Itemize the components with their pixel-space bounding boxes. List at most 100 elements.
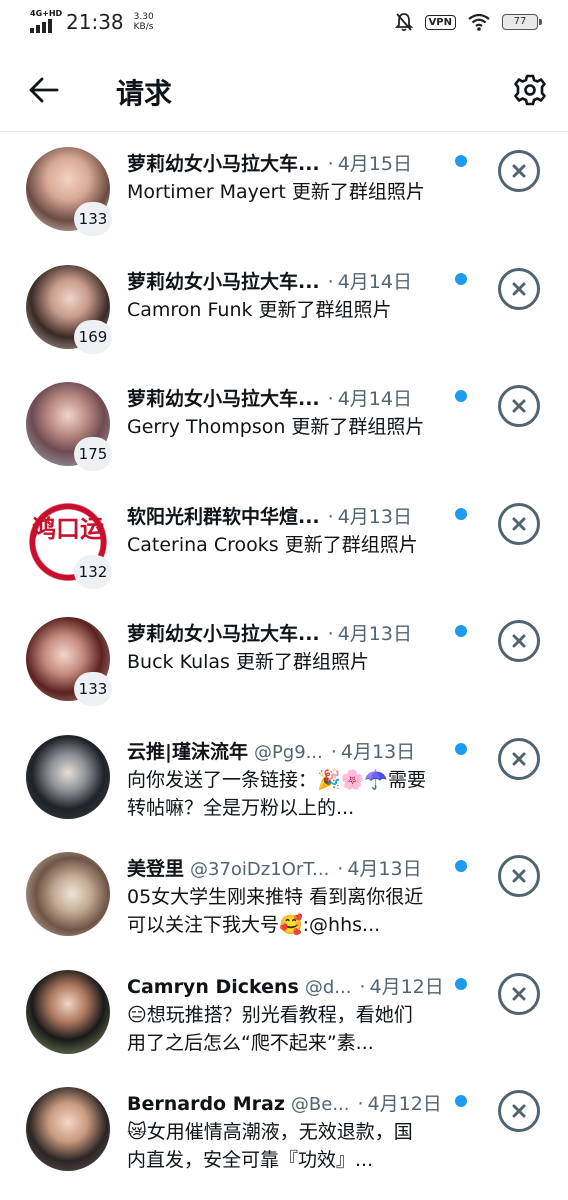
request-list: 133 萝莉幼女小马拉大车... 4月15日 Mortimer Mayert 更…: [0, 133, 568, 1191]
speed-value: 3.30: [133, 12, 154, 22]
mute-icon: [394, 13, 413, 32]
sender-handle: @Pg9...: [253, 741, 323, 763]
close-icon: [512, 282, 526, 295]
member-count-badge: 133: [74, 202, 112, 236]
header: 请求: [0, 48, 568, 132]
status-right: VPN 77: [394, 12, 542, 32]
request-item[interactable]: Camryn Dickens @d... 4月12日 😑想玩推搭？别光看教程，看…: [0, 956, 568, 1074]
request-date: 4月13日: [337, 854, 421, 881]
request-item[interactable]: 175 萝莉幼女小马拉大车... 4月14日 Gerry Thompson 更新…: [0, 368, 568, 486]
member-count-badge: 169: [74, 319, 112, 354]
message-preview: 😑想玩推搭？别光看教程，看她们用了之后怎么“爬不起来”素...: [127, 1003, 413, 1054]
message-preview: Buck Kulas 更新了群组照片: [127, 651, 369, 673]
avatar[interactable]: [26, 734, 110, 819]
close-icon: [512, 1104, 526, 1118]
request-date: 4月13日: [328, 619, 412, 646]
request-item[interactable]: 美登里 @37oiDz1OrT... 4月13日 05女大学生刚来推特 看到离你…: [0, 838, 568, 956]
sender-name: 萝莉幼女小马拉大车...: [127, 623, 320, 645]
sender-name: Camryn Dickens: [127, 975, 299, 998]
message-preview: Gerry Thompson 更新了群组照片: [127, 416, 425, 438]
wifi-icon: [468, 13, 490, 31]
close-icon: [512, 869, 526, 883]
request-date: 4月14日: [328, 384, 412, 411]
member-count-badge: 132: [74, 554, 112, 589]
request-date: 4月12日: [359, 972, 444, 999]
unread-indicator: [455, 1095, 467, 1107]
request-item[interactable]: 169 萝莉幼女小马拉大车... 4月14日 Camron Funk 更新了群组…: [0, 251, 568, 369]
message-preview: 向你发送了一条链接：🎉🌸☂️需要转帖嘛？全是万粉以上的...: [127, 768, 426, 819]
dismiss-button[interactable]: [498, 267, 540, 310]
unread-indicator: [455, 742, 467, 755]
message-preview: Camron Funk 更新了群组照片: [127, 298, 392, 321]
sender-name: 萝莉幼女小马拉大车...: [127, 388, 320, 410]
avatar[interactable]: [26, 1087, 110, 1171]
request-item[interactable]: Bernardo Mraz @Be... 4月12日 😿女用催情高潮液，无效退款…: [0, 1073, 568, 1191]
request-date: 4月13日: [331, 737, 415, 764]
close-icon: [512, 517, 526, 530]
dismiss-button[interactable]: [498, 620, 540, 662]
sender-handle: @d...: [304, 976, 352, 998]
dismiss-button[interactable]: [498, 385, 540, 427]
unread-indicator: [455, 977, 467, 990]
request-item[interactable]: 133 萝莉幼女小马拉大车... 4月13日 Buck Kulas 更新了群组照…: [0, 603, 568, 721]
dismiss-button[interactable]: [498, 855, 540, 897]
request-header: 云推|瑾沫流年 @Pg9... 4月13日: [127, 737, 447, 765]
avatar[interactable]: [26, 852, 110, 936]
request-date: 4月12日: [357, 1089, 442, 1116]
request-date: 4月13日: [328, 502, 412, 529]
vpn-badge: VPN: [424, 14, 456, 30]
request-item[interactable]: 133 萝莉幼女小马拉大车... 4月15日 Mortimer Mayert 更…: [0, 133, 568, 251]
sender-name: 美登里: [127, 858, 185, 880]
network-type: 4G+HD: [30, 9, 63, 18]
unread-indicator: [455, 625, 467, 637]
signal-icon: 4G+HD: [30, 9, 62, 33]
message-preview: 😿女用催情高潮液，无效退款，国内直发，安全可靠『功效』...: [127, 1121, 413, 1171]
request-date: 4月14日: [328, 267, 412, 294]
status-left: 4G+HD 21:38 3.30 KB/s: [30, 9, 154, 34]
network-speed: 3.30 KB/s: [134, 12, 154, 32]
message-preview: Mortimer Mayert 更新了群组照片: [127, 181, 425, 203]
request-date: 4月15日: [328, 149, 412, 176]
status-bar: 4G+HD 21:38 3.30 KB/s VPN 77: [0, 0, 568, 46]
request-item[interactable]: 云推|瑾沫流年 @Pg9... 4月13日 向你发送了一条链接：🎉🌸☂️需要转帖…: [0, 721, 568, 839]
dismiss-button[interactable]: [498, 737, 540, 780]
dismiss-button[interactable]: [498, 1090, 540, 1132]
page-title: 请求: [116, 77, 173, 110]
message-preview: Caterina Crooks 更新了群组照片: [127, 533, 418, 556]
avatar-logo-text: 鸿口运: [32, 513, 104, 543]
request-item[interactable]: 鸿口运 132 软阳光利群软中华煊... 4月13日 Caterina Croo…: [0, 486, 568, 604]
sender-handle: @37oiDz1OrT...: [190, 859, 330, 880]
back-arrow-icon: [29, 77, 59, 103]
unread-indicator: [455, 507, 467, 520]
sender-name: 萝莉幼女小马拉大车...: [127, 270, 320, 293]
close-icon: [512, 164, 526, 178]
back-button[interactable]: [22, 70, 66, 110]
member-count-badge: 175: [74, 437, 112, 471]
dismiss-button[interactable]: [498, 502, 540, 545]
member-count-badge: 133: [74, 672, 112, 706]
sender-handle: @Be...: [290, 1094, 350, 1115]
gear-icon: [514, 74, 546, 106]
request-header: 软阳光利群软中华煊... 4月13日: [127, 502, 447, 530]
unread-indicator: [455, 390, 467, 402]
avatar[interactable]: [26, 969, 110, 1054]
unread-indicator: [455, 272, 467, 285]
sender-name: Bernardo Mraz: [127, 1093, 285, 1115]
dismiss-button[interactable]: [498, 972, 540, 1015]
request-header: 萝莉幼女小马拉大车... 4月14日: [127, 384, 447, 412]
settings-button[interactable]: [508, 68, 552, 112]
close-icon: [512, 634, 526, 648]
unread-indicator: [455, 155, 467, 167]
speed-unit: KB/s: [133, 22, 154, 32]
close-icon: [512, 752, 526, 765]
dismiss-button[interactable]: [498, 150, 540, 192]
sender-name: 云推|瑾沫流年: [127, 740, 248, 763]
request-header: 美登里 @37oiDz1OrT... 4月13日: [127, 854, 447, 882]
clock: 21:38: [66, 10, 124, 34]
close-icon: [512, 399, 526, 413]
request-header: Bernardo Mraz @Be... 4月12日: [127, 1089, 447, 1117]
request-header: Camryn Dickens @d... 4月12日: [127, 972, 447, 1000]
request-header: 萝莉幼女小马拉大车... 4月13日: [127, 619, 447, 647]
request-header: 萝莉幼女小马拉大车... 4月15日: [127, 149, 447, 177]
close-icon: [512, 987, 526, 1000]
